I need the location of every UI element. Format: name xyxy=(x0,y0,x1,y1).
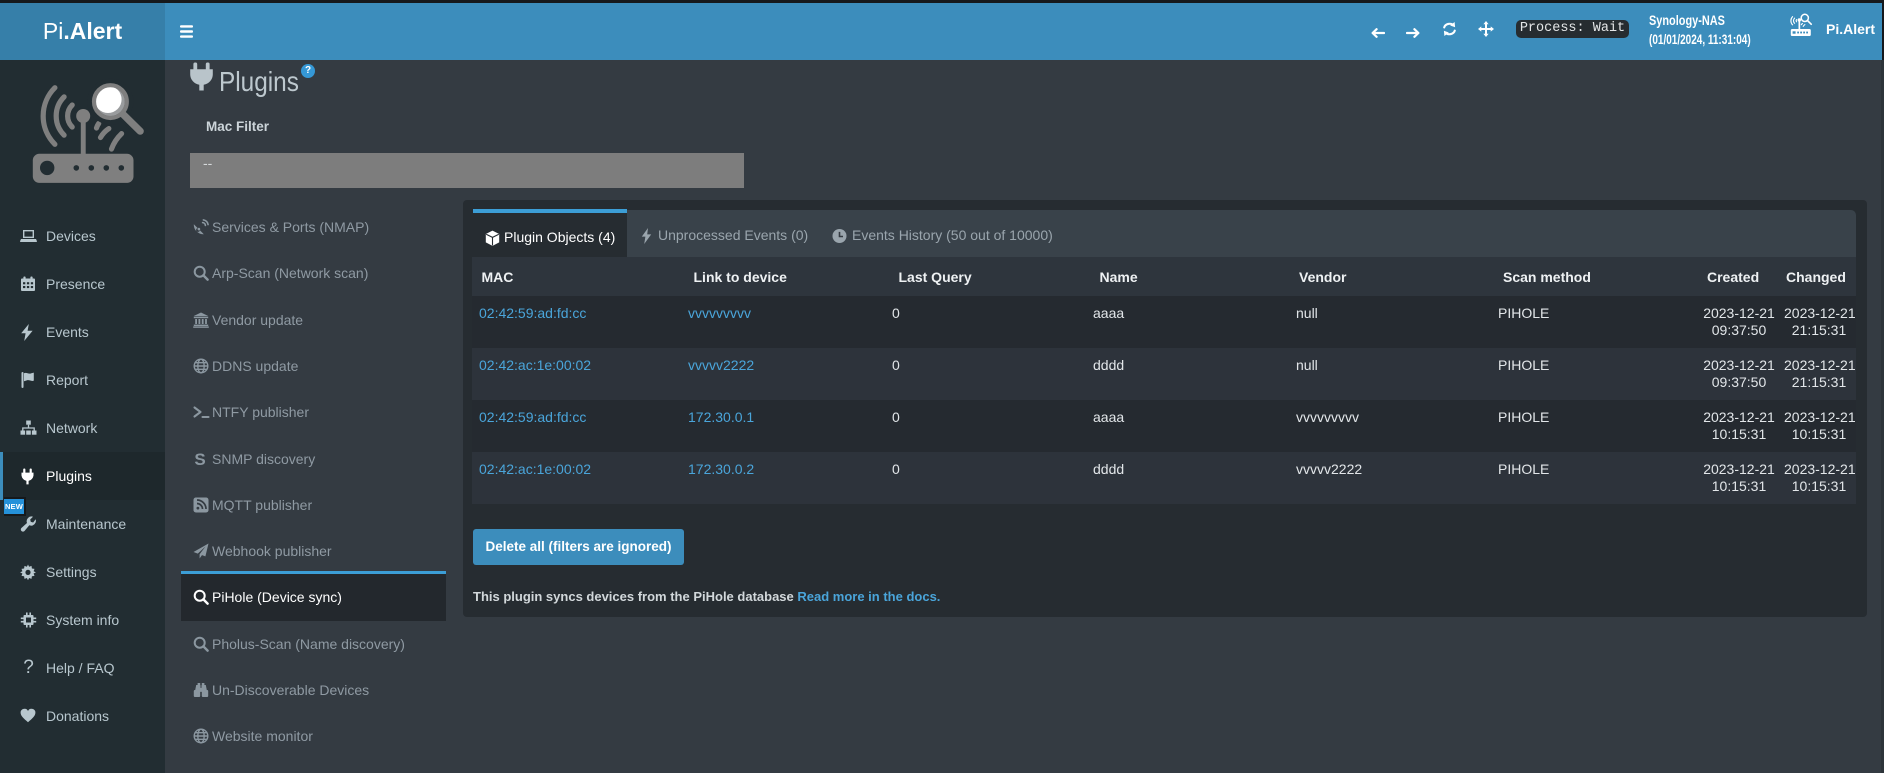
svg-text:S: S xyxy=(194,451,205,468)
